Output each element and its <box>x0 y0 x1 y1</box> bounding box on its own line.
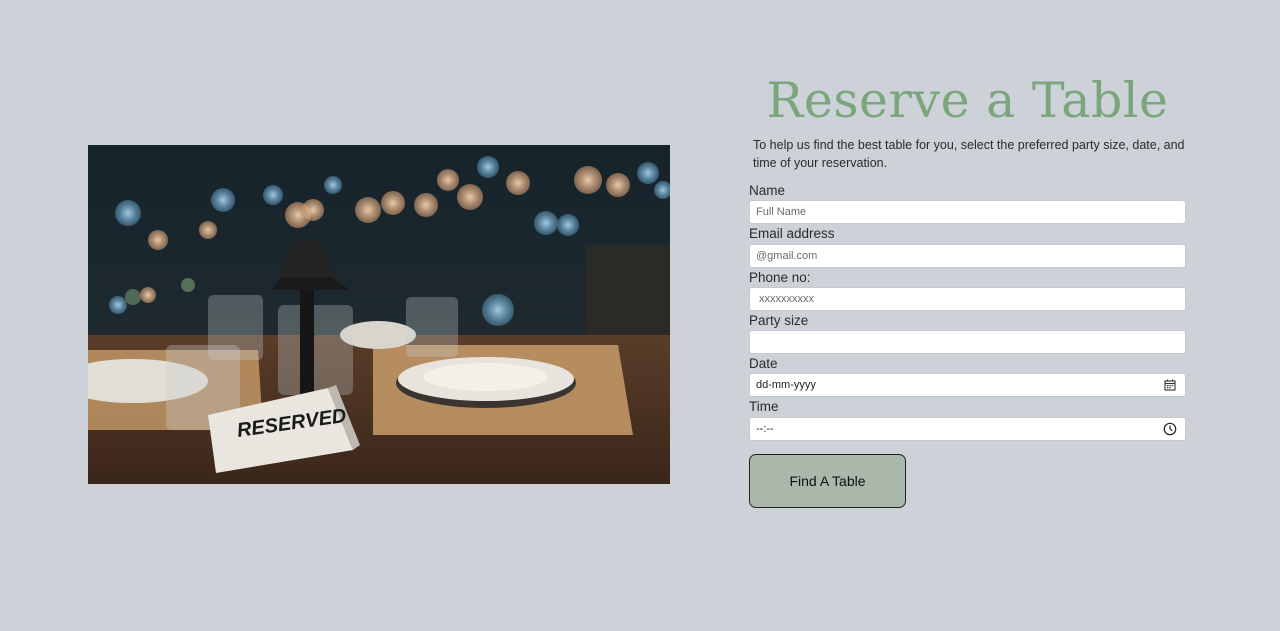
party-size-input[interactable] <box>749 330 1186 354</box>
time-label: Time <box>749 399 779 414</box>
date-input[interactable]: dd-mm-yyyy <box>749 373 1186 397</box>
time-value: --:-- <box>756 423 774 435</box>
email-input[interactable] <box>749 244 1186 268</box>
find-table-button[interactable]: Find A Table <box>749 454 906 508</box>
phone-label: Phone no: <box>749 270 811 285</box>
reservation-page: RESERVED Reserve a Table To help us find… <box>0 0 1280 631</box>
restaurant-photo: RESERVED <box>88 145 670 484</box>
time-input[interactable]: --:-- <box>749 417 1186 441</box>
name-input[interactable] <box>749 200 1186 224</box>
date-label: Date <box>749 356 778 371</box>
intro-text: To help us find the best table for you, … <box>753 138 1185 170</box>
name-label: Name <box>749 183 786 198</box>
party-size-label: Party size <box>749 313 809 328</box>
calendar-icon[interactable] <box>1163 378 1177 392</box>
email-label: Email address <box>749 226 835 241</box>
page-title: Reserve a Table <box>766 72 1169 129</box>
clock-icon[interactable] <box>1163 422 1177 436</box>
phone-input[interactable] <box>749 287 1186 311</box>
date-value: dd-mm-yyyy <box>756 379 816 391</box>
